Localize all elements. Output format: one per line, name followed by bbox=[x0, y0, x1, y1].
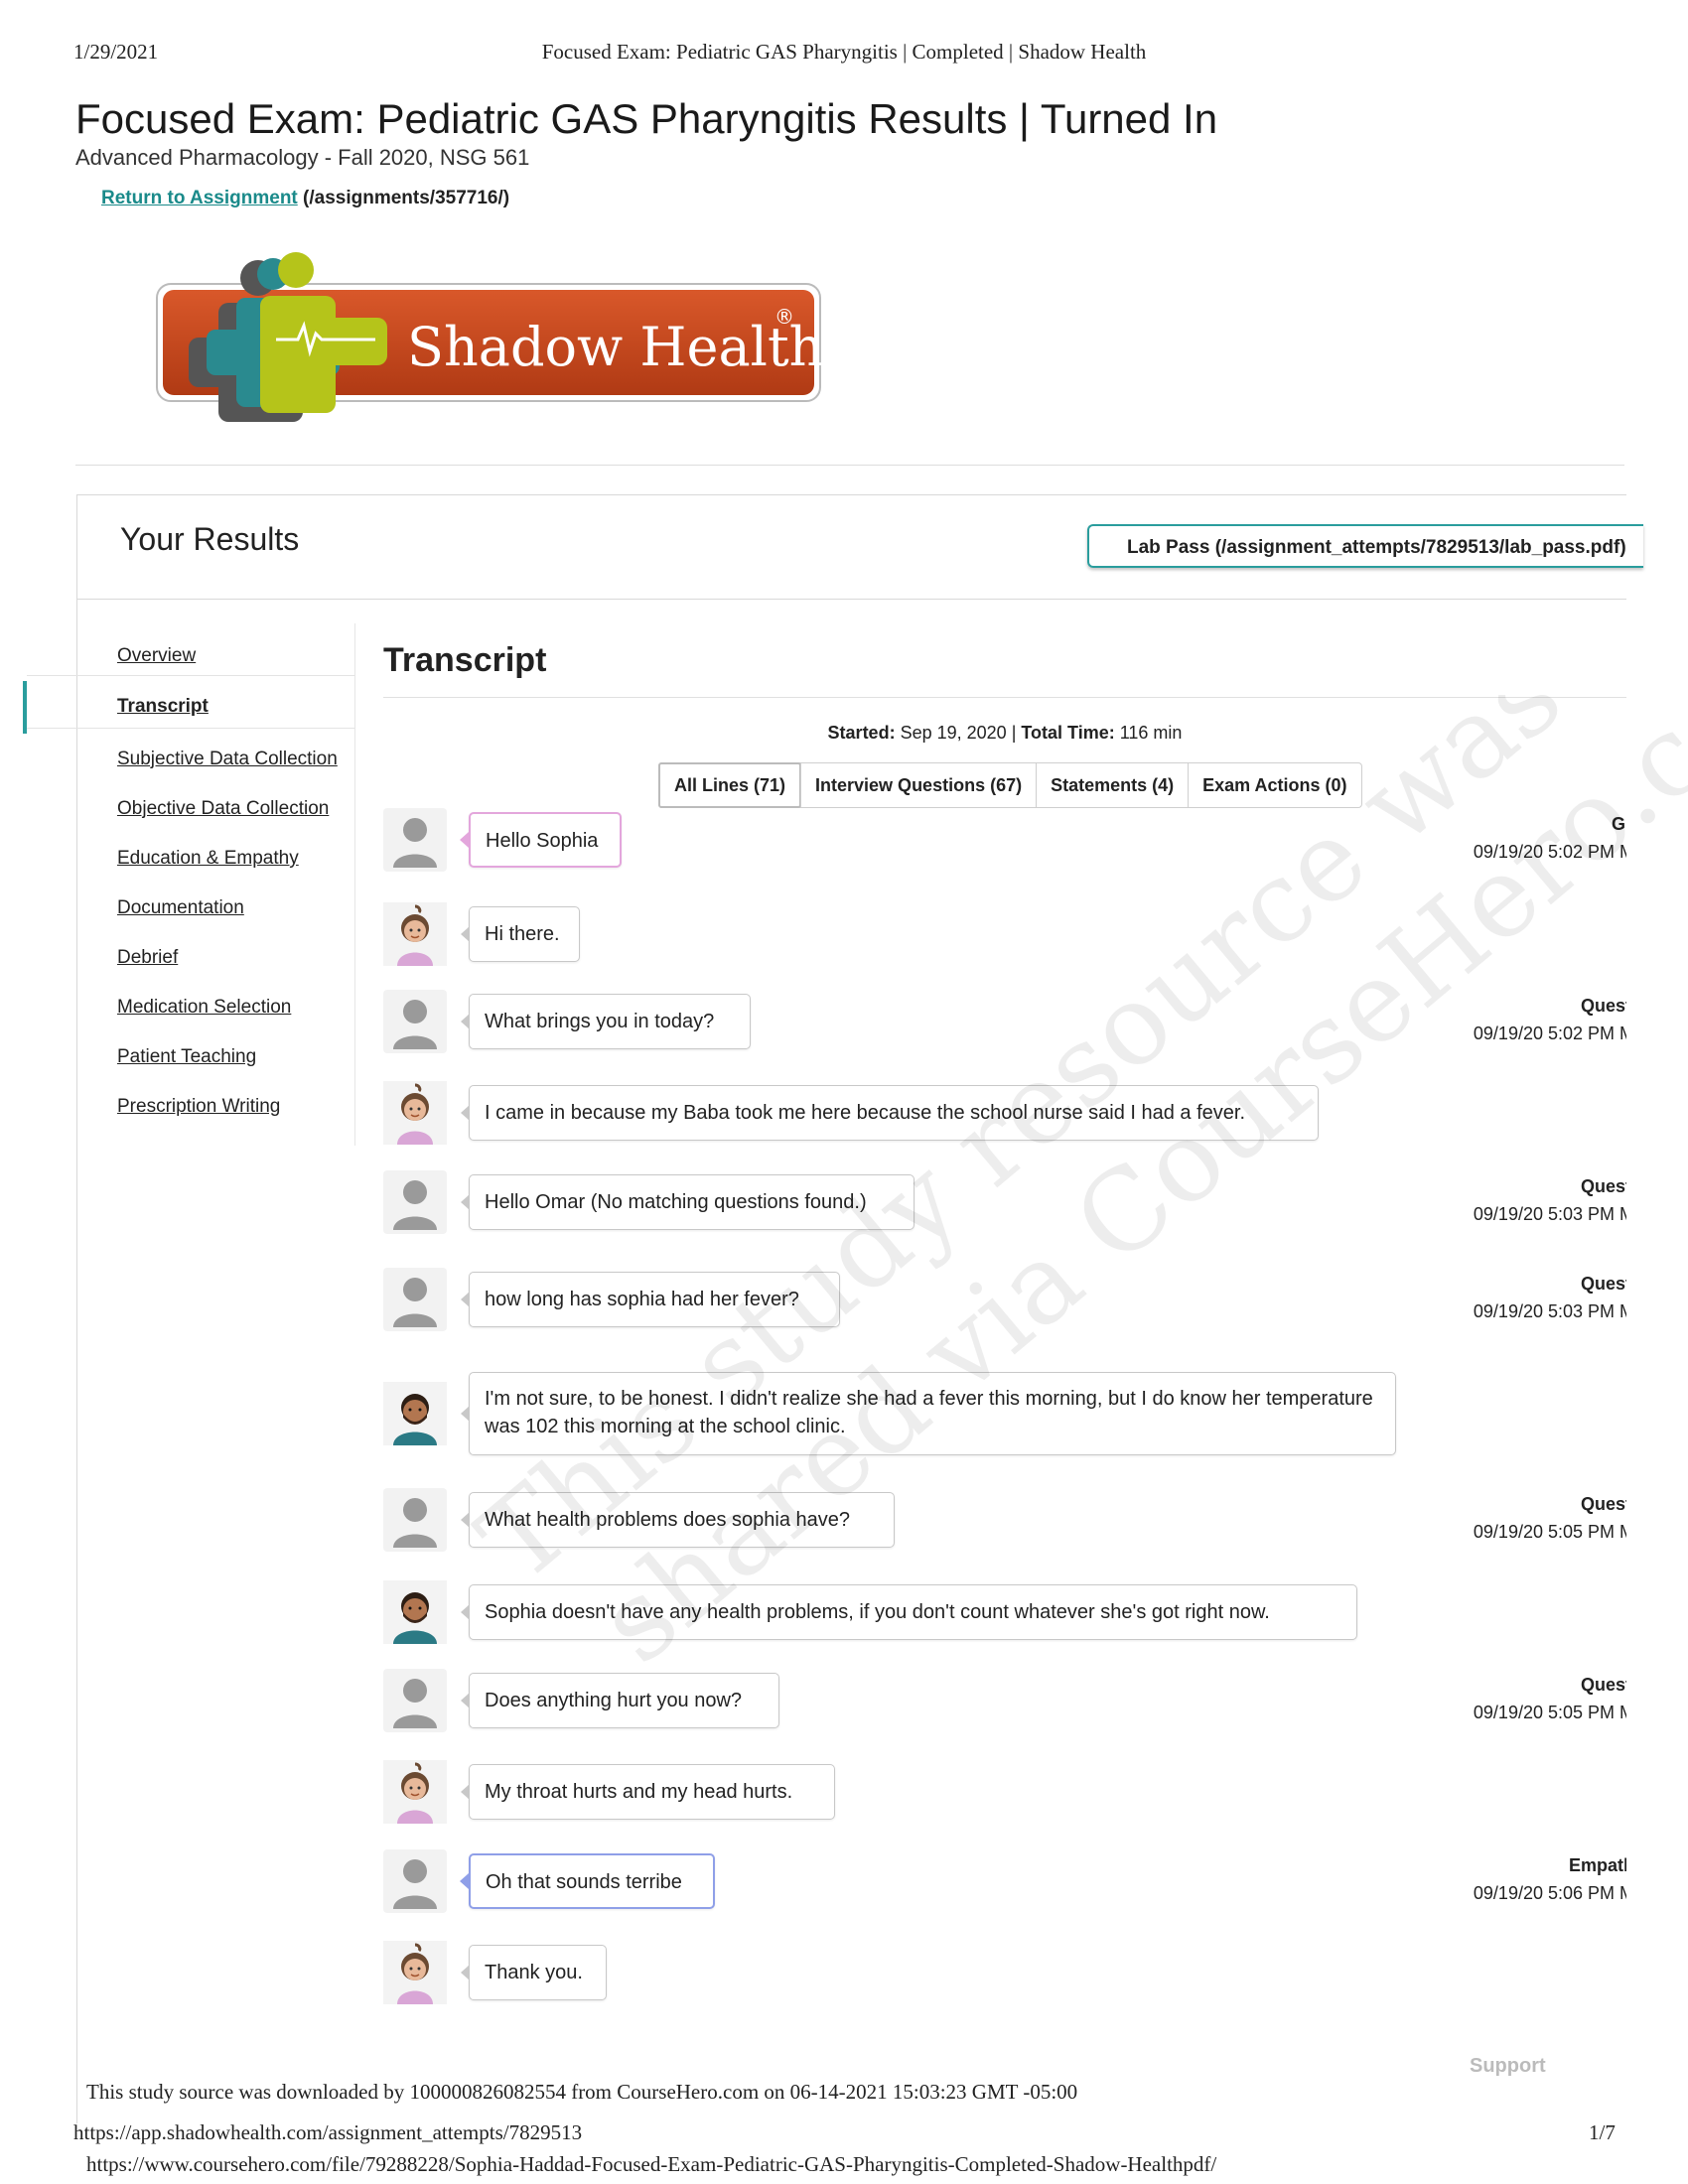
omar-avatar-icon bbox=[383, 1382, 447, 1445]
divider bbox=[383, 697, 1626, 698]
return-link-path: (/assignments/357716/) bbox=[303, 188, 510, 208]
sidebar-item-objective-data-collection[interactable]: Objective Data Collection bbox=[117, 798, 329, 820]
message-bubble: Does anything hurt you now? bbox=[461, 1673, 779, 1728]
line-category: Question bbox=[1580, 1274, 1626, 1294]
download-notice: This study source was downloaded by 1000… bbox=[86, 2080, 1078, 2104]
line-meta: Question 09/19/20 5:02 PM MDT bbox=[1370, 992, 1626, 1051]
sophia-avatar-icon bbox=[383, 1941, 447, 2004]
tab-exam-actions[interactable]: Exam Actions (0) bbox=[1188, 763, 1360, 807]
line-meta: Greet 09/19/20 5:02 PM MDT bbox=[1370, 810, 1626, 870]
message-bubble: Sophia doesn't have any health problems,… bbox=[461, 1584, 1357, 1640]
sidebar-item-education-empathy[interactable]: Education & Empathy bbox=[117, 848, 299, 870]
support-button[interactable]: Support bbox=[1470, 2055, 1546, 2078]
line-timestamp: 09/19/20 5:06 PM MDT bbox=[1473, 1883, 1626, 1903]
nav-separator bbox=[27, 728, 354, 729]
message-bubble: Oh that sounds terribe bbox=[460, 1853, 715, 1909]
line-meta: Question 09/19/20 5:05 PM MDT bbox=[1370, 1671, 1626, 1730]
footer-page-number: 1/7 bbox=[1589, 2120, 1616, 2144]
lab-pass-button[interactable]: Lab Pass (/assignment_attempts/7829513/l… bbox=[1087, 524, 1643, 568]
results-title: Your Results bbox=[120, 521, 300, 557]
line-timestamp: 09/19/20 5:03 PM MDT bbox=[1473, 1301, 1626, 1321]
print-title: Focused Exam: Pediatric GAS Pharyngitis … bbox=[541, 40, 1147, 64]
message-bubble: Hi there. bbox=[461, 906, 580, 962]
sidebar-item-medication-selection[interactable]: Medication Selection bbox=[117, 997, 291, 1019]
line-category: Greet bbox=[1611, 814, 1626, 834]
line-category: Empathize bbox=[1568, 1855, 1626, 1875]
sidebar-item-documentation[interactable]: Documentation bbox=[117, 897, 244, 919]
tab-statements[interactable]: Statements (4) bbox=[1036, 763, 1188, 807]
course-name: Advanced Pharmacology - Fall 2020, NSG 5… bbox=[75, 145, 530, 170]
active-indicator bbox=[23, 681, 27, 734]
page-title: Focused Exam: Pediatric GAS Pharyngitis … bbox=[75, 95, 1218, 142]
student-avatar-icon bbox=[383, 990, 447, 1053]
message-bubble: how long has sophia had her fever? bbox=[461, 1272, 840, 1327]
line-category: Question bbox=[1580, 996, 1626, 1016]
student-avatar-icon bbox=[383, 1849, 447, 1913]
line-meta: Empathize 09/19/20 5:06 PM MDT bbox=[1370, 1851, 1626, 1911]
student-avatar-icon bbox=[383, 1170, 447, 1234]
message-bubble: My throat hurts and my head hurts. bbox=[461, 1764, 835, 1820]
line-category: Question bbox=[1580, 1176, 1626, 1196]
sophia-avatar-icon bbox=[383, 1081, 447, 1145]
line-meta: Question 09/19/20 5:03 PM MDT bbox=[1370, 1270, 1626, 1329]
transcript-heading: Transcript bbox=[383, 641, 547, 679]
message-bubble: Hello Omar (No matching questions found.… bbox=[461, 1174, 914, 1230]
line-category: Question bbox=[1580, 1675, 1626, 1695]
sophia-avatar-icon bbox=[383, 1760, 447, 1824]
footer-source-url: https://www.coursehero.com/file/79288228… bbox=[86, 2152, 1217, 2176]
line-timestamp: 09/19/20 5:05 PM MDT bbox=[1473, 1703, 1626, 1722]
sidebar-item-patient-teaching[interactable]: Patient Teaching bbox=[117, 1046, 256, 1068]
omar-avatar-icon bbox=[383, 1580, 447, 1644]
transcript-filter-tabs: All Lines (71) Interview Questions (67) St… bbox=[658, 762, 1362, 808]
sidebar-item-prescription-writing[interactable]: Prescription Writing bbox=[117, 1096, 280, 1118]
line-timestamp: 09/19/20 5:02 PM MDT bbox=[1473, 1024, 1626, 1043]
footer-url: https://app.shadowhealth.com/assignment_… bbox=[73, 2120, 583, 2144]
message-bubble: I came in because my Baba took me here b… bbox=[461, 1085, 1319, 1141]
divider bbox=[75, 465, 1624, 466]
student-avatar-icon bbox=[383, 1669, 447, 1732]
message-bubble: What brings you in today? bbox=[461, 994, 751, 1049]
message-bubble: What health problems does sophia have? bbox=[461, 1492, 895, 1548]
line-timestamp: 09/19/20 5:02 PM MDT bbox=[1473, 842, 1626, 862]
sidebar-item-transcript[interactable]: Transcript bbox=[117, 696, 209, 718]
return-to-assignment-link[interactable]: Return to Assignment (/assignments/35771… bbox=[101, 188, 509, 209]
line-timestamp: 09/19/20 5:03 PM MDT bbox=[1473, 1204, 1626, 1224]
sidebar-item-subjective-data-collection[interactable]: Subjective Data Collection bbox=[117, 749, 338, 770]
divider bbox=[77, 599, 1626, 600]
student-avatar-icon bbox=[383, 1488, 447, 1552]
line-category: Question bbox=[1580, 1494, 1626, 1514]
logo-text: Shadow Health bbox=[407, 316, 823, 378]
return-link-label[interactable]: Return to Assignment bbox=[101, 188, 298, 208]
shadow-health-logo: Shadow Health ® bbox=[156, 252, 823, 422]
sidebar-item-overview[interactable]: Overview bbox=[117, 645, 196, 667]
tab-interview-questions[interactable]: Interview Questions (67) bbox=[800, 763, 1036, 807]
sophia-avatar-icon bbox=[383, 902, 447, 966]
message-bubble: Thank you. bbox=[461, 1945, 607, 2000]
svg-text:®: ® bbox=[774, 305, 794, 329]
transcript-summary: Started: Sep 19, 2020 | Total Time: 116 … bbox=[827, 723, 1183, 743]
student-avatar-icon bbox=[383, 808, 447, 872]
student-avatar-icon bbox=[383, 1268, 447, 1331]
line-meta: Question 09/19/20 5:05 PM MDT bbox=[1370, 1490, 1626, 1550]
nav-separator bbox=[27, 675, 354, 676]
message-bubble: Hello Sophia bbox=[460, 812, 622, 868]
message-bubble: I'm not sure, to be honest. I didn't rea… bbox=[461, 1372, 1396, 1455]
line-timestamp: 09/19/20 5:05 PM MDT bbox=[1473, 1522, 1626, 1542]
line-meta: Question 09/19/20 5:03 PM MDT bbox=[1370, 1172, 1626, 1232]
sidebar-item-debrief[interactable]: Debrief bbox=[117, 947, 178, 969]
tab-all-lines[interactable]: All Lines (71) bbox=[658, 762, 802, 808]
